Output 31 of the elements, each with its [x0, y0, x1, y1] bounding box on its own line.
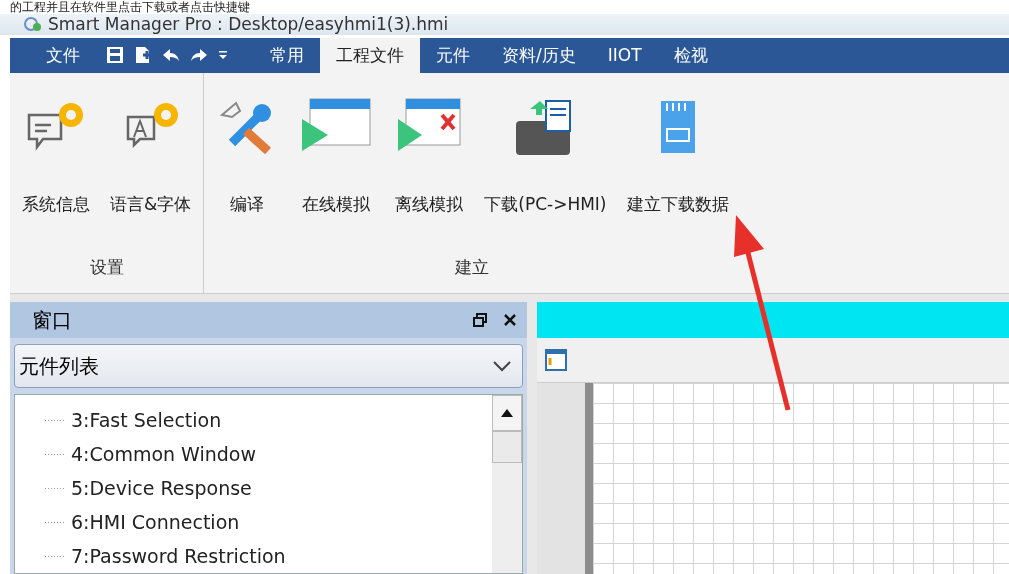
- ribbon-tab[interactable]: 资料/历史: [486, 37, 592, 73]
- dropdown-icon[interactable]: [218, 50, 228, 61]
- scroll-thumb[interactable]: [492, 431, 522, 463]
- file-menu[interactable]: 文件: [10, 37, 106, 73]
- app-logo-icon: [24, 16, 42, 33]
- panel-title: 窗口: [32, 306, 73, 334]
- ribbon-button[interactable]: 下载(PC->HMI): [478, 72, 613, 256]
- new-file-icon[interactable]: [134, 46, 152, 65]
- ribbon-tab[interactable]: 常用: [254, 37, 320, 73]
- caption-text: 的工程并且在软件里点击下载或者点击快捷键: [9, 0, 251, 14]
- ribbon-tab[interactable]: 检视: [657, 37, 724, 73]
- ribbon-button[interactable]: 建立下载数据: [620, 72, 735, 256]
- window-title: Smart Manager Pro : Desktop/easyhmi1(3).hmi: [48, 14, 449, 35]
- close-icon[interactable]: [503, 313, 517, 327]
- ribbon-tab[interactable]: 工程文件: [320, 37, 420, 73]
- group-label: 设置: [89, 256, 124, 279]
- ribbon-button[interactable]: 编译: [210, 72, 285, 256]
- save-icon[interactable]: [106, 46, 124, 65]
- ribbon-button[interactable]: 系统信息: [16, 72, 96, 256]
- triangle-up-icon: [501, 409, 513, 417]
- float-window-icon[interactable]: [473, 313, 487, 327]
- ribbon-button[interactable]: 在线模拟: [292, 72, 381, 256]
- component-dropdown[interactable]: 元件列表: [14, 344, 523, 388]
- scroll-up-button[interactable]: [492, 395, 522, 431]
- ribbon-button[interactable]: 语言&字体: [104, 72, 198, 256]
- group-label: 建立: [455, 256, 490, 279]
- window-icon[interactable]: [545, 349, 567, 371]
- ribbon-tab[interactable]: 元件: [420, 37, 486, 73]
- ribbon-button[interactable]: 离线模拟: [388, 72, 471, 256]
- ribbon-tab[interactable]: IIOT: [591, 37, 658, 73]
- chevron-down-icon: [492, 360, 512, 372]
